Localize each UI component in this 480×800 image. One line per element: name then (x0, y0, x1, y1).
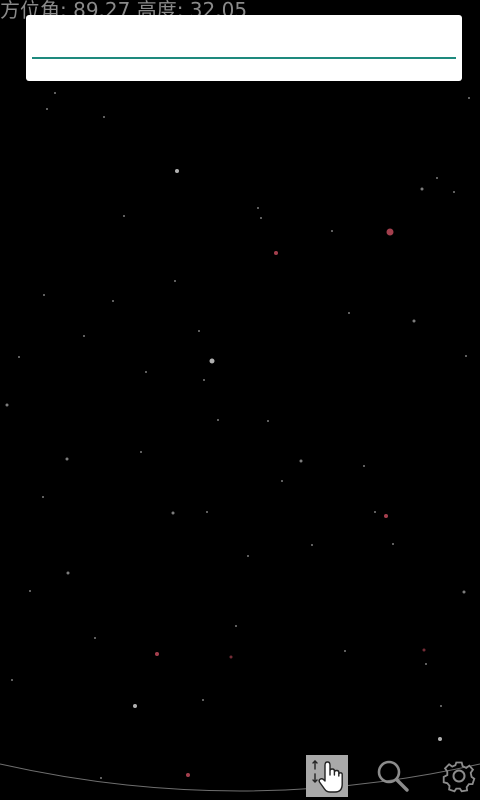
star (175, 169, 179, 173)
star (420, 187, 424, 191)
star (374, 511, 376, 513)
star (203, 379, 205, 381)
star (66, 571, 70, 575)
star (425, 663, 427, 665)
star (140, 451, 142, 453)
star (436, 177, 438, 179)
star (267, 420, 269, 422)
star (202, 699, 204, 701)
star (247, 555, 249, 557)
star (94, 637, 96, 639)
star (18, 356, 20, 358)
star (65, 457, 69, 461)
star (198, 330, 200, 332)
star (468, 97, 470, 99)
manual-drag-mode-button[interactable] (306, 755, 348, 797)
star (43, 294, 45, 296)
star (133, 704, 137, 708)
star (281, 480, 283, 482)
star (209, 358, 215, 364)
star (174, 280, 176, 282)
star (311, 544, 313, 546)
bottom-toolbar (300, 750, 480, 800)
stars-group (5, 42, 470, 779)
star (235, 625, 237, 627)
search-icon (377, 760, 409, 792)
star (5, 403, 9, 407)
gear-icon (442, 761, 476, 793)
star (123, 215, 125, 217)
star (384, 514, 388, 518)
star (299, 459, 303, 463)
star (103, 116, 105, 118)
star (462, 590, 466, 594)
star (155, 652, 159, 656)
star (438, 737, 442, 741)
star-field[interactable] (0, 0, 480, 800)
star (100, 777, 102, 779)
star (465, 355, 467, 357)
star (422, 648, 426, 652)
star (171, 511, 175, 515)
star (54, 92, 56, 94)
star (46, 108, 48, 110)
star (331, 230, 333, 232)
star (392, 543, 394, 545)
star (274, 251, 278, 255)
search-panel (26, 15, 462, 81)
star (412, 319, 416, 323)
search-input[interactable] (32, 29, 456, 59)
star (260, 217, 262, 219)
star (348, 312, 350, 314)
star (42, 496, 44, 498)
star (344, 650, 346, 652)
settings-button[interactable] (438, 755, 480, 797)
search-button[interactable] (372, 755, 414, 797)
star (229, 655, 233, 659)
star (386, 228, 394, 236)
star (257, 207, 259, 209)
star (112, 300, 114, 302)
star (206, 511, 208, 513)
star (217, 419, 219, 421)
star (363, 465, 365, 467)
star (145, 371, 147, 373)
star (83, 335, 85, 337)
star (453, 191, 455, 193)
star (440, 705, 442, 707)
hand-pointer-scroll-icon (312, 760, 343, 793)
star (186, 773, 190, 777)
sky-map-screen[interactable]: 方位角: 89.27 高度: 32.05 (0, 0, 480, 800)
star (11, 679, 13, 681)
star (29, 590, 31, 592)
